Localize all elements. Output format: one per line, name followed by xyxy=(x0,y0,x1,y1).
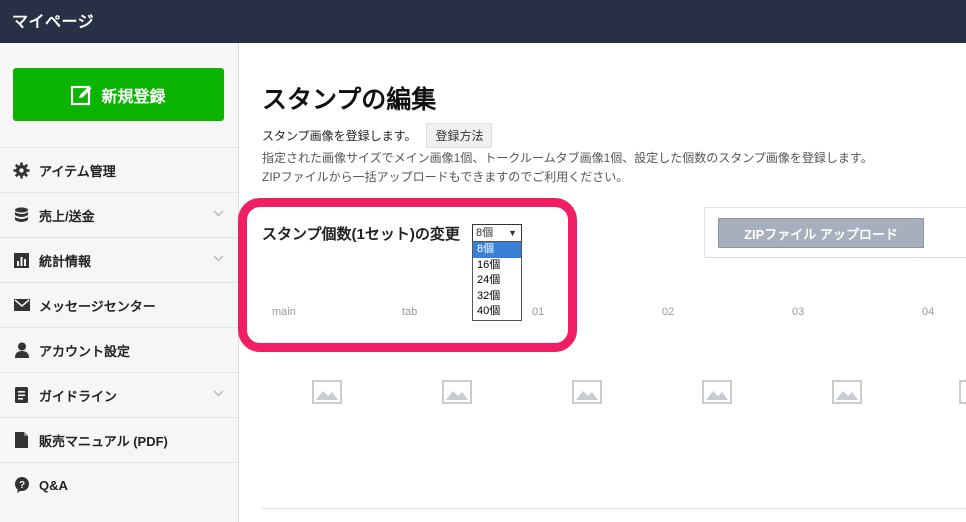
slot-label-02: 02 xyxy=(662,306,675,318)
zip-upload-button[interactable]: ZIPファイル アップロード xyxy=(718,218,924,248)
slot-label-04: 04 xyxy=(922,306,935,318)
chevron-down-icon xyxy=(213,390,224,397)
new-registration-label: 新規登録 xyxy=(101,88,166,106)
slot-label-main: main xyxy=(272,306,296,318)
sidebar-item-manual[interactable]: 販売マニュアル (PDF) xyxy=(0,417,238,462)
sidebar-item-label: アカウント設定 xyxy=(39,343,131,359)
slot-label-03: 03 xyxy=(792,306,805,318)
sidebar-item-label: メッセージセンター xyxy=(39,298,156,314)
dropdown-option[interactable]: 8個 xyxy=(473,242,521,258)
new-registration-button[interactable]: 新規登録 xyxy=(13,68,224,121)
sidebar-item-label: アイテム管理 xyxy=(39,163,116,179)
question-bubble-icon: ? xyxy=(13,477,30,494)
image-placeholder-icon[interactable] xyxy=(572,380,602,404)
gear-icon xyxy=(13,162,30,179)
dropdown-option[interactable]: 24個 xyxy=(473,273,521,289)
image-placeholder-icon[interactable] xyxy=(312,380,342,404)
dropdown-option[interactable]: 32個 xyxy=(473,289,521,305)
main-content: スタンプの編集 スタンプ画像を登録します。 登録方法 指定された画像サイズでメイ… xyxy=(239,43,966,522)
file-icon xyxy=(13,432,30,449)
sidebar-item-statistics[interactable]: 統計情報 xyxy=(0,237,238,282)
chevron-down-icon xyxy=(213,255,224,262)
sidebar-item-sales[interactable]: 売上/送金 xyxy=(0,192,238,237)
coins-icon xyxy=(13,207,30,224)
bar-chart-icon xyxy=(13,252,30,269)
sidebar-item-account[interactable]: アカウント設定 xyxy=(0,327,238,372)
image-placeholder-icon[interactable] xyxy=(832,380,862,404)
edit-icon xyxy=(71,85,92,105)
stamp-count-label: スタンプ個数(1セット)の変更 xyxy=(262,226,460,243)
dropdown-option[interactable]: 16個 xyxy=(473,258,521,274)
svg-text:?: ? xyxy=(18,480,24,491)
chevron-down-icon xyxy=(213,210,224,217)
top-bar: マイページ xyxy=(0,0,966,43)
sidebar-item-guidelines[interactable]: ガイドライン xyxy=(0,372,238,417)
dropdown-arrow-icon: ▼ xyxy=(508,228,517,238)
sidebar-menu: アイテム管理 売上/送金 統計情報 メッセージセンター アカウント設定 ガイドラ… xyxy=(0,147,238,507)
sidebar-item-label: 統計情報 xyxy=(39,253,92,269)
sidebar-item-label: 販売マニュアル (PDF) xyxy=(39,433,168,449)
sidebar-item-label: ガイドライン xyxy=(39,388,118,404)
image-placeholder-icon[interactable] xyxy=(959,380,966,404)
app-title: マイページ xyxy=(12,14,95,31)
divider xyxy=(262,508,966,509)
dropdown-option[interactable]: 40個 xyxy=(473,304,521,320)
page-title: スタンプの編集 xyxy=(262,86,437,114)
sidebar-item-label: Q&A xyxy=(39,477,68,493)
intro-row: スタンプ画像を登録します。 登録方法 xyxy=(262,123,493,148)
slot-label-01: 01 xyxy=(532,306,545,318)
sidebar-item-messages[interactable]: メッセージセンター xyxy=(0,282,238,327)
description: 指定された画像サイズでメイン画像1個、トークルームタブ画像1個、設定した個数のス… xyxy=(262,149,873,187)
intro-text: スタンプ画像を登録します。 xyxy=(262,129,417,143)
image-placeholder-icon[interactable] xyxy=(702,380,732,404)
envelope-icon xyxy=(13,297,30,314)
sidebar: 新規登録 アイテム管理 売上/送金 統計情報 メッセージセンター アカウント設定… xyxy=(0,43,239,522)
image-placeholder-icon[interactable] xyxy=(442,380,472,404)
document-icon xyxy=(13,387,30,404)
description-line: 指定された画像サイズでメイン画像1個、トークルームタブ画像1個、設定した個数のス… xyxy=(262,151,873,165)
user-icon xyxy=(13,342,30,359)
sidebar-item-qa[interactable]: ? Q&A xyxy=(0,462,238,507)
howto-button[interactable]: 登録方法 xyxy=(426,123,493,148)
zip-upload-panel: ZIPファイル アップロード xyxy=(704,207,966,258)
slot-label-tab: tab xyxy=(402,306,418,318)
description-line: ZIPファイルから一括アップロードもできますのでご利用ください。 xyxy=(262,170,629,184)
stamp-count-value: 8個 xyxy=(476,227,494,239)
stamp-count-select[interactable]: 8個 ▼ xyxy=(472,224,522,242)
sidebar-item-label: 売上/送金 xyxy=(39,208,95,224)
sidebar-item-items[interactable]: アイテム管理 xyxy=(0,147,238,192)
stamp-count-dropdown: 8個 16個 24個 32個 40個 xyxy=(472,241,522,321)
